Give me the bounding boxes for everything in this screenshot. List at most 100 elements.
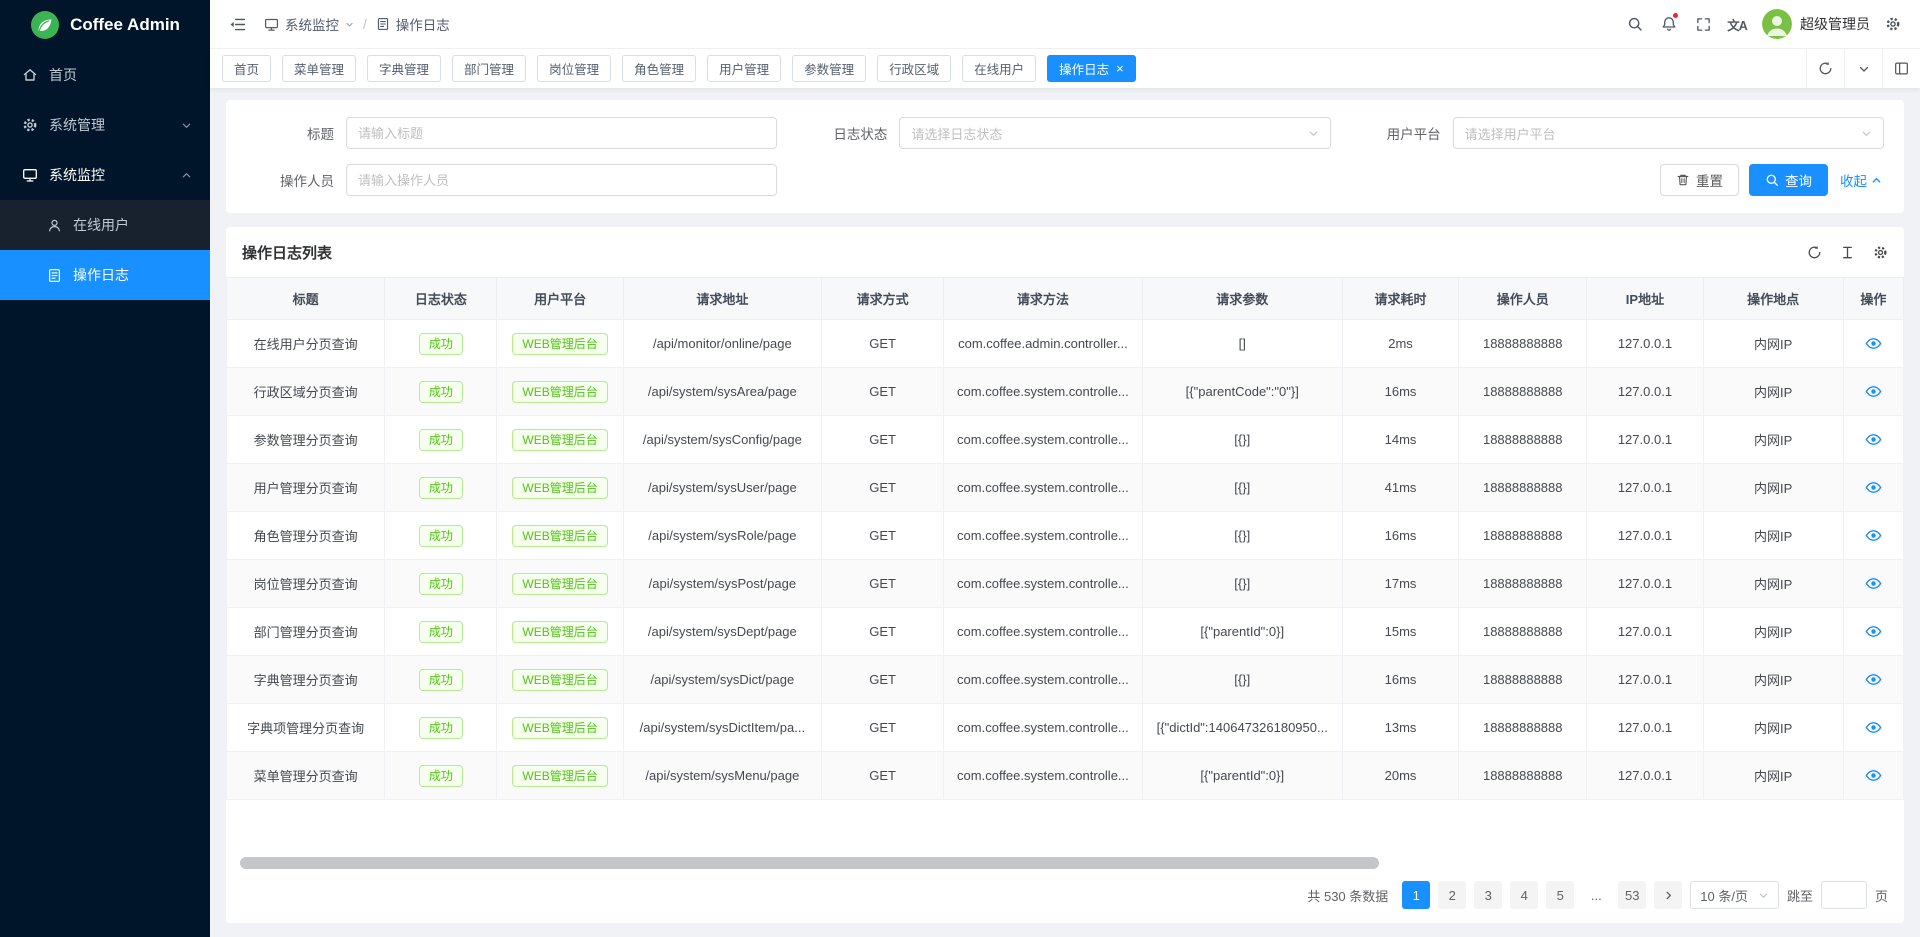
tab[interactable]: 在线用户 <box>962 55 1036 82</box>
cell-platform: WEB管理后台 <box>497 752 623 800</box>
tab[interactable]: 岗位管理 <box>537 55 611 82</box>
cell-ip: 127.0.0.1 <box>1587 464 1703 512</box>
layout-icon[interactable] <box>1882 49 1920 88</box>
cell-request-function: com.coffee.system.controlle... <box>944 368 1142 416</box>
cell-status: 成功 <box>385 704 497 752</box>
fullscreen-icon[interactable] <box>1688 9 1718 39</box>
column-settings-gear-icon[interactable] <box>1873 245 1888 260</box>
cell-request-method: GET <box>822 464 944 512</box>
tab-label: 参数管理 <box>804 59 854 78</box>
sidebar-item-system-mgmt[interactable]: 系统管理 <box>0 100 210 150</box>
cell-request-method: GET <box>822 320 944 368</box>
sidebar-item-home[interactable]: 首页 <box>0 50 210 100</box>
collapse-filter-button[interactable]: 收起 <box>1838 170 1884 190</box>
eye-icon[interactable] <box>1865 335 1882 352</box>
document-icon <box>376 17 390 31</box>
reset-button[interactable]: 重置 <box>1660 164 1739 196</box>
page-button[interactable]: 1 <box>1402 881 1430 909</box>
cell-request-function: com.coffee.system.controlle... <box>944 560 1142 608</box>
chevron-down-icon[interactable] <box>1844 49 1882 88</box>
sidebar-item-operation-log[interactable]: 操作日志 <box>0 250 210 300</box>
document-icon <box>46 268 62 283</box>
tab[interactable]: 字典管理 <box>367 55 441 82</box>
refresh-icon[interactable] <box>1806 49 1844 88</box>
tab-close-icon[interactable]: × <box>1116 62 1124 75</box>
chevron-up-icon <box>1871 175 1882 186</box>
next-page-button[interactable] <box>1654 881 1682 909</box>
jump-page-input[interactable] <box>1821 881 1867 909</box>
log-status-placeholder: 请选择日志状态 <box>911 124 1002 143</box>
cell-action <box>1843 608 1903 656</box>
column-header: 操作地点 <box>1703 278 1843 320</box>
username[interactable]: 超级管理员 <box>1800 14 1870 34</box>
eye-icon[interactable] <box>1865 623 1882 640</box>
density-icon[interactable] <box>1840 245 1855 260</box>
breadcrumb-system-monitor[interactable]: 系统监控 <box>264 14 354 34</box>
horizontal-scrollbar <box>240 857 1890 869</box>
tab[interactable]: 菜单管理 <box>282 55 356 82</box>
sidebar-item-label: 系统管理 <box>49 115 170 135</box>
tab[interactable]: 行政区域 <box>877 55 951 82</box>
column-header: 请求地址 <box>623 278 821 320</box>
sidebar-item-system-monitor[interactable]: 系统监控 <box>0 150 210 200</box>
log-status-select[interactable]: 请选择日志状态 <box>899 117 1330 149</box>
page-number: 3 <box>1485 888 1492 903</box>
page-size-select[interactable]: 10 条/页 <box>1690 881 1779 909</box>
table-row: 部门管理分页查询 成功 WEB管理后台 /api/system/sysDept/… <box>227 608 1904 656</box>
tab[interactable]: 参数管理 <box>792 55 866 82</box>
eye-icon[interactable] <box>1865 767 1882 784</box>
page-button[interactable]: ... <box>1582 881 1610 909</box>
avatar[interactable] <box>1762 9 1792 39</box>
cell-request-params: [{}] <box>1142 560 1342 608</box>
page-button[interactable]: 3 <box>1474 881 1502 909</box>
tab[interactable]: 首页 <box>222 55 271 82</box>
tab[interactable]: 部门管理 <box>452 55 526 82</box>
eye-icon[interactable] <box>1865 671 1882 688</box>
page-button[interactable]: 2 <box>1438 881 1466 909</box>
jump-suffix: 页 <box>1875 886 1888 905</box>
page-button[interactable]: 4 <box>1510 881 1538 909</box>
page-button[interactable]: 53 <box>1618 881 1646 909</box>
eye-icon[interactable] <box>1865 719 1882 736</box>
refresh-icon[interactable] <box>1807 245 1822 260</box>
cell-location: 内网IP <box>1703 752 1843 800</box>
status-badge: 成功 <box>419 429 463 451</box>
title-input[interactable] <box>346 117 777 149</box>
cell-request-method: GET <box>822 560 944 608</box>
horizontal-scrollbar-thumb[interactable] <box>240 857 1379 869</box>
operator-input[interactable] <box>346 164 777 196</box>
translate-icon[interactable]: 文A <box>1722 9 1752 39</box>
cell-ip: 127.0.0.1 <box>1587 752 1703 800</box>
eye-icon[interactable] <box>1865 575 1882 592</box>
cell-request-function: com.coffee.system.controlle... <box>944 464 1142 512</box>
bell-icon[interactable] <box>1654 9 1684 39</box>
cell-request-duration: 16ms <box>1342 656 1458 704</box>
sidebar-item-online-users[interactable]: 在线用户 <box>0 200 210 250</box>
sidebar-collapse-icon[interactable] <box>222 9 252 39</box>
eye-icon[interactable] <box>1865 527 1882 544</box>
tab[interactable]: 角色管理 <box>622 55 696 82</box>
cell-location: 内网IP <box>1703 416 1843 464</box>
cell-request-url: /api/system/sysArea/page <box>623 368 821 416</box>
tab-label: 部门管理 <box>464 59 514 78</box>
tab-label: 菜单管理 <box>294 59 344 78</box>
search-button[interactable]: 查询 <box>1749 164 1828 196</box>
eye-icon[interactable] <box>1865 479 1882 496</box>
cell-platform: WEB管理后台 <box>497 560 623 608</box>
tab[interactable]: 用户管理 <box>707 55 781 82</box>
cell-request-url: /api/system/sysDictItem/pa... <box>623 704 821 752</box>
cell-request-params: [{"parentId":0}] <box>1142 608 1342 656</box>
eye-icon[interactable] <box>1865 383 1882 400</box>
tab[interactable]: 操作日志 × <box>1047 55 1136 82</box>
table-row: 字典管理分页查询 成功 WEB管理后台 /api/system/sysDict/… <box>227 656 1904 704</box>
cell-platform: WEB管理后台 <box>497 416 623 464</box>
user-icon <box>46 218 62 233</box>
settings-gear-icon[interactable] <box>1878 9 1908 39</box>
status-badge: 成功 <box>419 765 463 787</box>
page-button[interactable]: 5 <box>1546 881 1574 909</box>
cell-status: 成功 <box>385 608 497 656</box>
platform-badge: WEB管理后台 <box>512 765 607 787</box>
search-icon[interactable] <box>1620 9 1650 39</box>
platform-select[interactable]: 请选择用户平台 <box>1453 117 1884 149</box>
eye-icon[interactable] <box>1865 431 1882 448</box>
